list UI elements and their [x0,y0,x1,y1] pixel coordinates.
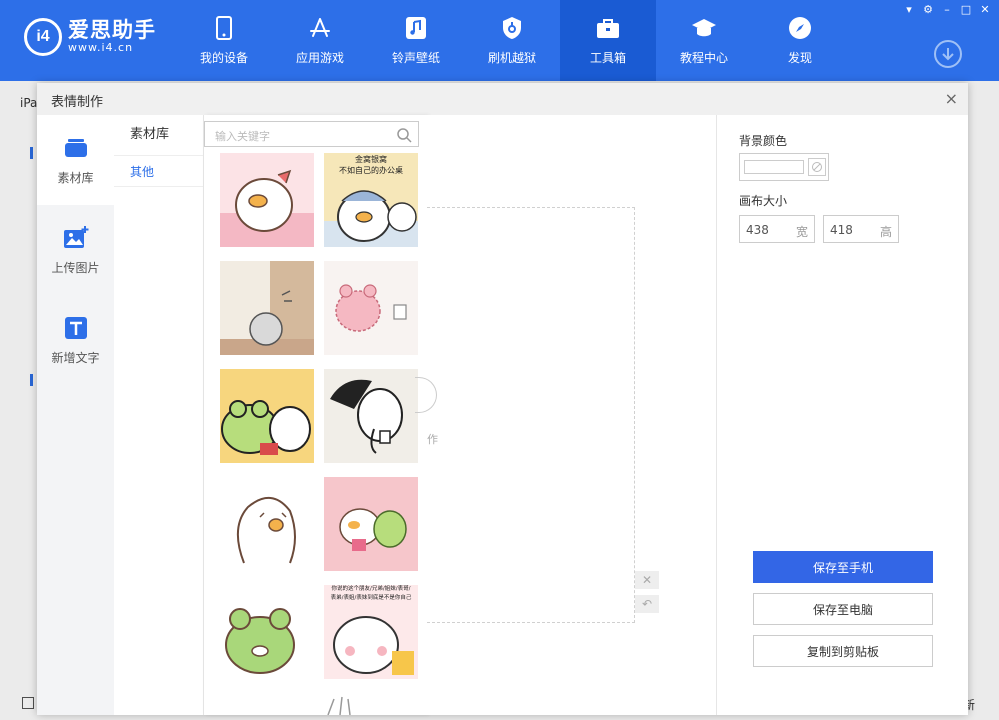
nav-label: 工具箱 [589,51,626,65]
phone-icon [211,15,237,41]
graduation-cap-icon [691,15,717,41]
sticker-chick-office[interactable]: 金窝银窝 不如自己的办公桌 [324,153,418,247]
canvas-frame[interactable] [427,207,635,623]
canvas-height-field[interactable]: 418 高 [823,215,899,243]
height-value: 418 [830,223,853,237]
bg-color-label: 背景颜色 [739,134,788,148]
height-unit: 高 [879,225,892,239]
color-swatch [744,160,804,174]
nav-label: 铃声壁纸 [391,51,440,65]
dialog-title: 表情制作 [51,95,104,110]
sticker-pink-pig[interactable] [324,261,418,355]
close-icon[interactable]: × [945,89,958,108]
category-header: 素材库 [130,127,170,142]
sticker-doodle-face[interactable] [220,477,314,571]
copy-to-clipboard-button[interactable]: 复制到剪贴板 [753,635,933,667]
layers-icon [64,138,87,157]
sticker-hamster-door[interactable] [220,261,314,355]
dialog-header: 表情制作 × [37,83,968,115]
tool-label: 上传图片 [51,260,100,275]
nav-discover[interactable]: 发现 [752,0,848,81]
nav-label: 发现 [787,51,812,65]
nav-ringtones[interactable]: 铃声壁纸 [368,0,464,81]
save-to-phone-button[interactable]: 保存至手机 [753,551,933,583]
canvas-hint-text: 作 [427,433,438,446]
app-header: i4 爱思助手 www.i4.cn 我的设备 应用游戏 铃声壁纸 刷机越狱 工具… [0,0,999,81]
shield-icon [499,15,525,41]
nav-my-device[interactable]: 我的设备 [176,0,272,81]
canvas-area: 作 ✕ ↶ [415,115,716,715]
minimize-icon[interactable]: – [939,3,955,17]
maximize-icon[interactable]: □ [958,3,974,17]
nav-label: 教程中心 [679,51,728,65]
sticker-caption: 你说的这个朋友/兄弟/姐妹/表哥/ 表弟/表姐/表妹到底是不是你自己 [330,586,412,601]
delete-layer-icon[interactable]: ✕ [635,571,659,589]
search-placeholder: 输入关键字 [215,130,270,143]
tool-add-text[interactable]: 新增文字 [37,295,114,385]
sticker-chick-frog-pink[interactable] [324,477,418,571]
close-window-icon[interactable]: ✕ [977,3,993,17]
tool-upload-image[interactable]: 上传图片 [37,205,114,295]
tool-rail: 素材库 上传图片 新增文字 [37,115,114,715]
app-logo: i4 爱思助手 www.i4.cn [24,18,156,56]
settings-icon[interactable]: ⚙ [920,3,936,17]
nav-apps-games[interactable]: 应用游戏 [272,0,368,81]
canvas-size-label: 画布大小 [739,194,788,208]
sticker-partial[interactable] [324,693,418,715]
search-input[interactable]: 输入关键字 [204,121,419,147]
nav-tutorials[interactable]: 教程中心 [656,0,752,81]
save-to-pc-button[interactable]: 保存至电脑 [753,593,933,625]
sticker-caption: 金窝银窝 不如自己的办公桌 [339,155,403,175]
tool-label: 新增文字 [51,350,100,365]
category-item-other[interactable]: 其他 [114,155,203,187]
download-icon[interactable] [934,40,962,68]
image-add-icon [63,225,88,248]
compass-icon [787,15,813,41]
app-store-icon [307,15,333,41]
app-name: 爱思助手 [68,18,156,42]
sticker-library: 输入关键字 金窝银窝 不如自己的办公桌 你说的这个朋友/兄弟/姐妹/表哥/ 表弟… [204,115,427,715]
nav-label: 应用游戏 [295,51,344,65]
nav-label: 我的设备 [199,51,248,65]
eyedropper-icon[interactable] [808,158,826,176]
music-icon [403,15,429,41]
width-value: 438 [746,223,769,237]
tool-label: 素材库 [57,170,94,185]
sticker-frog-green[interactable] [220,585,314,679]
text-icon [64,316,87,339]
width-unit: 宽 [795,225,808,239]
canvas-width-field[interactable]: 438 宽 [739,215,815,243]
sticker-elephant-doodle[interactable] [324,369,418,463]
nav-toolbox[interactable]: 工具箱 [560,0,656,81]
logo-mark: i4 [24,18,62,56]
sticker-chick-pink[interactable] [220,153,314,247]
app-url: www.i4.cn [68,41,134,54]
category-column: 素材库 其他 [114,115,204,715]
main-nav: 我的设备 应用游戏 铃声壁纸 刷机越狱 工具箱 教程中心 发现 [176,0,848,81]
emoji-maker-dialog: 表情制作 × 素材库 上传图片 新增文字 素材库 其他 输入关键字 金窝银窝 不… [37,83,968,715]
skin-icon[interactable]: ▾ [901,3,917,17]
toolbox-icon [595,15,621,41]
undo-icon[interactable]: ↶ [635,595,659,613]
tool-material-library[interactable]: 素材库 [37,115,114,205]
sticker-bun-face[interactable]: 你说的这个朋友/兄弟/姐妹/表哥/ 表弟/表姐/表妹到底是不是你自己 [324,585,418,679]
nav-label: 刷机越狱 [487,51,536,65]
sticker-frog-friends[interactable] [220,369,314,463]
properties-panel: 背景颜色 画布大小 438 宽 418 高 保存至手机 保存至电脑 复制到剪贴板 [716,115,968,715]
search-icon[interactable] [396,127,412,143]
nav-flash-jailbreak[interactable]: 刷机越狱 [464,0,560,81]
window-controls: ▾ ⚙ – □ ✕ [901,3,993,17]
bg-color-picker[interactable] [739,153,829,181]
